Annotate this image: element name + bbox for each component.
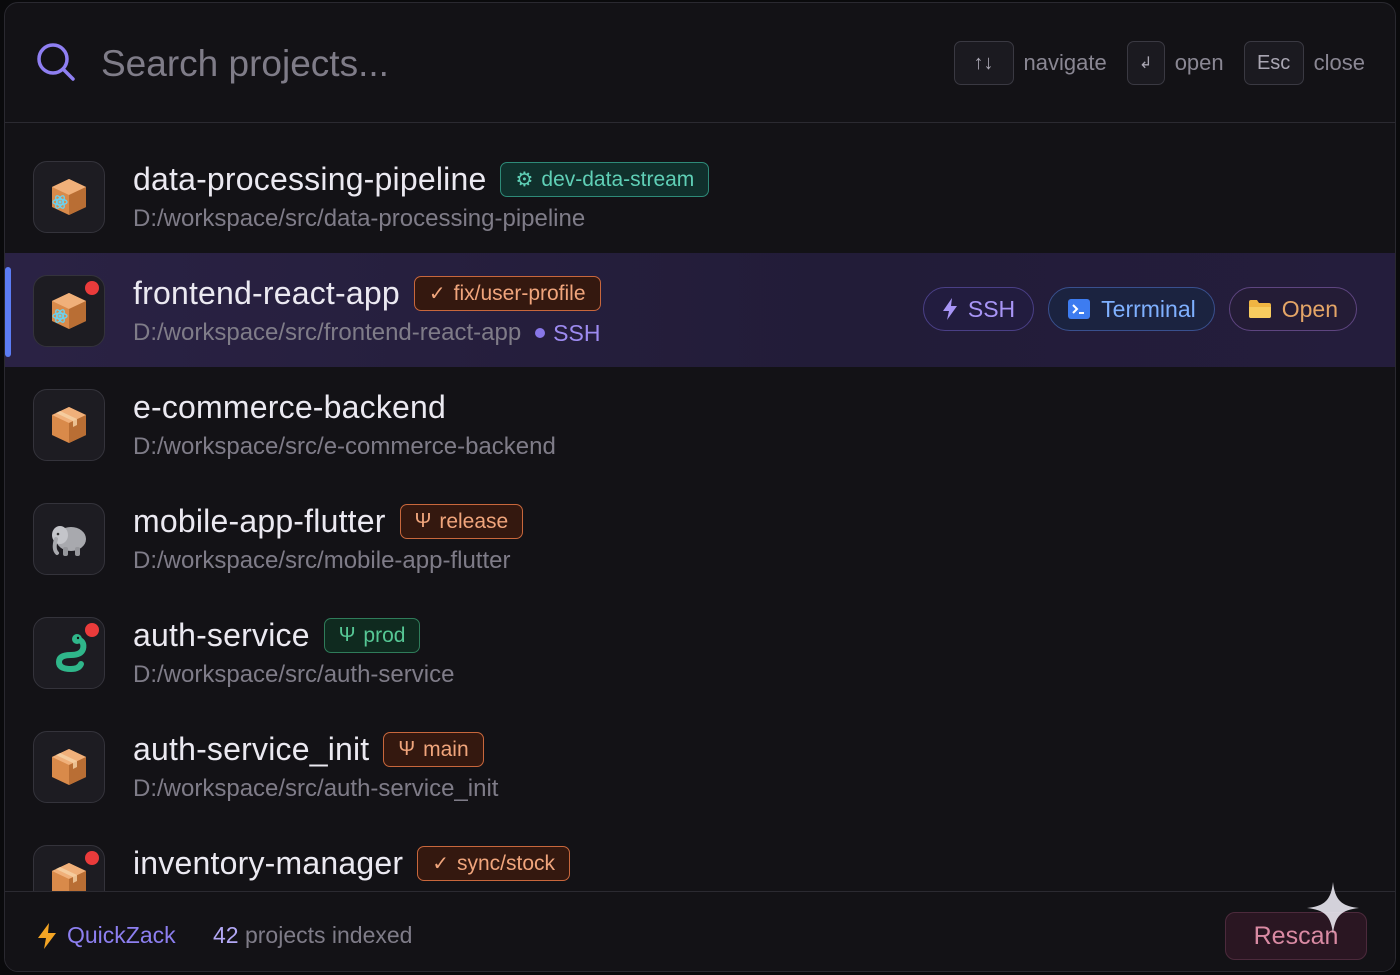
project-title-line: inventory-manager ✓ sync/stock (133, 845, 570, 882)
brand-name: QuickZack (67, 922, 176, 948)
terminal-button[interactable]: Terrminal (1048, 287, 1215, 331)
elephant-icon (33, 503, 105, 575)
ssh-button[interactable]: SSH (922, 287, 1035, 331)
project-path-line: D:/workspace/src/frontend-react-app SSH (133, 319, 600, 347)
package-icon (33, 389, 105, 461)
project-path: D:/workspace/src/auth-service_init (133, 775, 499, 802)
project-title-line: data-processing-pipeline ⚙ dev-data-stream (133, 161, 710, 198)
search-input[interactable] (101, 37, 701, 91)
project-name: data-processing-pipeline (133, 161, 487, 197)
project-path: D:/workspace/src/data-processing-pipelin… (133, 205, 586, 232)
branch-badge: ✓ fix/user-profile (413, 276, 601, 311)
gear-icon: ⚙ (515, 169, 534, 191)
project-title-line: frontend-react-app ✓ fix/user-profile (133, 275, 601, 312)
project-path: D:/workspace/src/frontend-react-app (133, 319, 522, 346)
open-button[interactable]: Open (1228, 287, 1357, 331)
project-name: inventory-manager (133, 845, 404, 881)
branch-badge: Ψmain (383, 732, 484, 767)
remote-label: SSH (553, 319, 601, 346)
snake-icon (33, 617, 105, 689)
package-react-icon (33, 275, 105, 347)
branch-badge: Ψprod (323, 618, 421, 653)
branch-name: main (423, 737, 469, 761)
footer: QuickZack 42 projects indexed Rescan (5, 882, 1395, 971)
project-title-line: mobile-app-flutter Ψrelease (133, 503, 524, 540)
lightning-icon (38, 922, 56, 949)
package-icon (33, 731, 105, 803)
project-row[interactable]: mobile-app-flutter Ψrelease D:/workspace/s… (5, 481, 1395, 595)
project-path: D:/workspace/src/mobile-app-flutter (133, 547, 511, 574)
navigate-hint: navigate (1023, 50, 1107, 75)
branch-badge: Ψrelease (399, 504, 524, 539)
folder-icon (1248, 300, 1271, 318)
project-count-label: projects indexed (238, 922, 413, 948)
project-path-line: D:/workspace/src/auth-service_init (133, 775, 498, 803)
branch-name: fix/user-profile (453, 281, 586, 305)
project-row[interactable]: auth-service Ψprod D:/workspace/src/auth-s… (5, 595, 1395, 709)
terminal-icon (1068, 299, 1091, 319)
fork-icon: Ψ (414, 510, 432, 532)
project-row[interactable]: frontend-react-app ✓ fix/user-profile D:/wo… (5, 253, 1395, 367)
alert-dot (85, 623, 99, 637)
search-icon (37, 43, 75, 81)
project-row[interactable]: inventory-manager✓sync/stockD:/workspace… (5, 823, 1395, 894)
project-path-line: D:/workspace/src/data-processing-pipelin… (133, 205, 585, 233)
project-name: auth-service_init (133, 731, 370, 767)
project-name: auth-service (133, 617, 310, 653)
project-name: mobile-app-flutter (133, 503, 386, 539)
terminal-button-label: Terrminal (1101, 295, 1196, 322)
project-row[interactable]: auth-service_init Ψmain D:/workspace/src/a… (5, 709, 1395, 823)
branch-badge: ✓ sync/stock (417, 846, 570, 881)
alert-dot (85, 281, 99, 295)
branch-name: release (439, 509, 509, 533)
branch-badge: ⚙ dev-data-stream (500, 162, 710, 197)
project-row[interactable]: data-processing-pipeline ⚙ dev-data-stream… (5, 139, 1395, 253)
branch-name: prod (363, 623, 406, 647)
project-name: e-commerce-backend (133, 389, 447, 425)
lightning-icon (942, 298, 957, 320)
project-title-line: e-commerce-backend (133, 389, 446, 426)
selection-indicator (5, 267, 11, 357)
project-count-number: 42 (213, 922, 239, 948)
project-path-line: D:/workspace/src/e-commerce-backend (133, 433, 556, 461)
project-title-line: auth-service_init Ψmain (133, 731, 484, 768)
package-react-icon (33, 161, 105, 233)
sparkle-icon (1307, 882, 1359, 934)
keyboard-hints: ↑↓ navigate ↲ open Esc close (953, 41, 1365, 85)
project-name: frontend-react-app (133, 275, 400, 311)
fork-icon: Ψ (338, 624, 356, 646)
ssh-button-label: SSH (967, 295, 1016, 322)
project-title-line: auth-service Ψprod (133, 617, 421, 654)
open-key: ↲ (1126, 41, 1165, 85)
project-list: data-processing-pipeline ⚙ dev-data-stream… (5, 139, 1395, 894)
branch-name: sync/stock (456, 851, 555, 875)
remote-dot (535, 328, 546, 338)
remote-tag: SSH (535, 320, 600, 347)
check-icon: ✓ (432, 853, 449, 875)
project-path: D:/workspace/src/e-commerce-backend (133, 433, 556, 460)
close-hint: close (1313, 50, 1365, 75)
project-count: 42 projects indexed (213, 922, 412, 949)
fork-icon: Ψ (398, 738, 416, 760)
open-hint: open (1174, 50, 1224, 75)
check-icon: ✓ (428, 283, 446, 305)
package-icon (33, 845, 105, 894)
open-button-label: Open (1281, 295, 1338, 322)
alert-dot (85, 851, 99, 865)
search-bar: ↑↓ navigate ↲ open Esc close (5, 3, 1395, 123)
brand: QuickZack (37, 922, 176, 949)
project-row[interactable]: e-commerce-backend D:/workspace/src/e-com… (5, 367, 1395, 481)
row-actions: SSH Terrminal Open (922, 287, 1357, 331)
esc-key: Esc (1243, 41, 1304, 85)
branch-name: dev-data-stream (541, 167, 695, 191)
project-path-line: D:/workspace/src/mobile-app-flutter (133, 547, 510, 575)
project-switcher-window: ↑↓ navigate ↲ open Esc close data-proces… (4, 2, 1396, 972)
project-path-line: D:/workspace/src/auth-service (133, 661, 454, 689)
project-path: D:/workspace/src/auth-service (133, 661, 455, 688)
navigate-key: ↑↓ (953, 41, 1014, 85)
